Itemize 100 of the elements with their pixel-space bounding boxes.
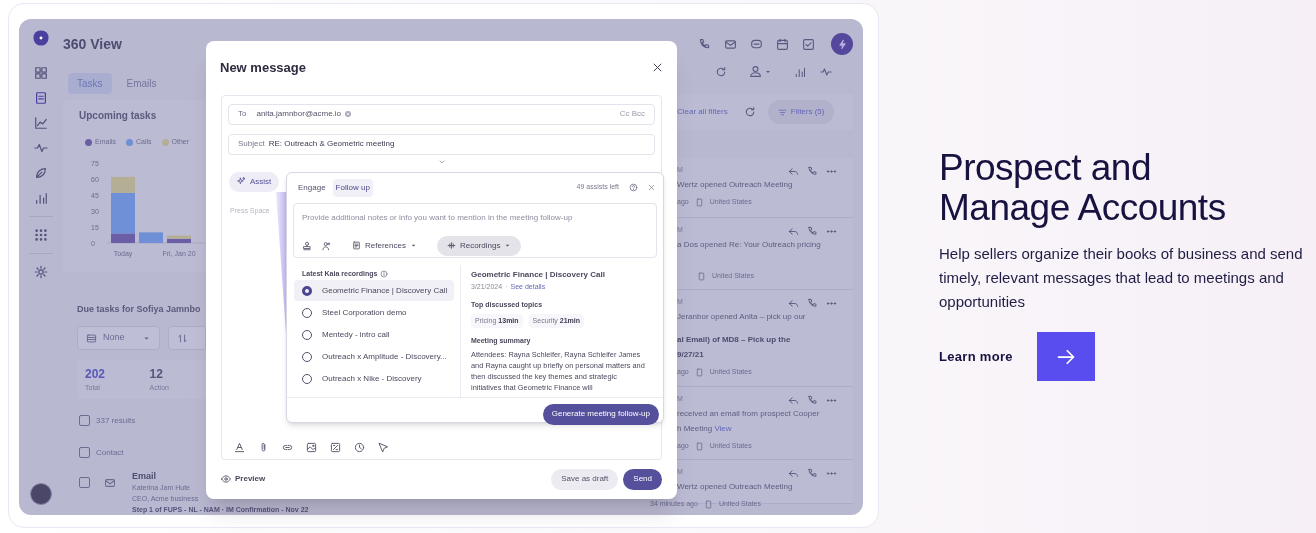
source-dropdown[interactable]: References	[342, 235, 427, 256]
leaf-icon[interactable]	[34, 166, 48, 180]
reply-icon[interactable]	[788, 166, 799, 177]
chat-icon[interactable]	[750, 37, 763, 51]
activity-text: al Email) of MD8 – Pick up the	[677, 334, 792, 346]
stamp-icon[interactable]	[302, 240, 312, 251]
recording-item[interactable]: Geometric Finance | Discovery Call	[294, 280, 454, 301]
checkbox[interactable]	[79, 476, 90, 488]
recipient-chip[interactable]: anita.jamnbor@acme.io	[256, 108, 353, 120]
promo-heading: Prospect and Manage Accounts	[939, 148, 1227, 228]
to-field[interactable]: To anita.jamnbor@acme.io Cc Bcc	[228, 103, 655, 125]
activity-text: received an email from prospect Cooper	[677, 408, 821, 420]
close-icon[interactable]	[652, 62, 663, 74]
task-icon[interactable]	[802, 37, 815, 51]
refresh-icon[interactable]	[715, 65, 727, 78]
logo-icon[interactable]	[32, 29, 50, 47]
next-button[interactable]	[1036, 332, 1095, 381]
tasks-icon[interactable]	[34, 91, 48, 105]
pulse-icon[interactable]	[820, 65, 832, 78]
activity-text: Wertz opened Outreach Meeting	[677, 179, 794, 191]
recording-item[interactable]: Outreach x Nike - Discovery	[294, 368, 454, 389]
refresh-icon[interactable]	[743, 106, 756, 118]
field-label: To	[238, 108, 247, 120]
grid-icon[interactable]	[34, 66, 48, 80]
table-text: 337 results	[96, 414, 136, 427]
checkbox[interactable]	[79, 447, 90, 458]
paperclip-icon[interactable]	[258, 441, 269, 453]
device-icon	[694, 197, 704, 207]
phone-icon[interactable]	[807, 166, 818, 177]
subject-field[interactable]: Subject RE: Outreach & Geometric meeting	[228, 133, 655, 155]
people-icon[interactable]	[322, 240, 332, 251]
help-icon[interactable]	[629, 183, 638, 192]
task-type: Email	[132, 470, 156, 482]
phone-icon[interactable]	[807, 226, 818, 237]
recording-item[interactable]: Mentedy - intro call	[294, 324, 454, 345]
settings-icon[interactable]	[34, 265, 48, 279]
filter-icon	[777, 107, 787, 117]
tab[interactable]: Engage	[295, 178, 329, 197]
activity-text: h Meeting	[677, 424, 713, 433]
bar-chart-icon[interactable]	[34, 191, 48, 205]
template-icon[interactable]	[330, 441, 341, 453]
send-icon[interactable]	[378, 441, 389, 453]
send-button[interactable]: Send	[623, 468, 662, 490]
stat-value: 202	[85, 366, 107, 383]
reply-icon[interactable]	[788, 468, 799, 479]
calendar-icon[interactable]	[776, 37, 789, 51]
activity-text: 9/27/21	[677, 349, 705, 361]
image-icon[interactable]	[306, 441, 317, 453]
trend-icon[interactable]	[34, 116, 48, 130]
bolt-icon	[836, 38, 848, 50]
device-icon	[694, 367, 704, 377]
eye-icon	[221, 474, 231, 484]
table-icon	[86, 332, 97, 344]
text-color-icon[interactable]	[234, 441, 245, 453]
clock-icon[interactable]	[354, 441, 365, 453]
preview-button[interactable]: Preview	[221, 473, 266, 485]
activity-text: Wertz opened Outreach Meeting	[677, 481, 794, 493]
device-icon	[697, 271, 706, 281]
phone-icon[interactable]	[807, 468, 818, 479]
phone-icon[interactable]	[807, 395, 818, 406]
mail-icon[interactable]	[724, 37, 737, 51]
section-title: Due tasks for Sofiya Jamnbo	[77, 302, 202, 316]
source-dropdown[interactable]: Recordings	[436, 235, 522, 256]
recording-item[interactable]: Steel Corporation demo	[294, 302, 454, 323]
recording-title: Geometric Finance | Discovery Call	[471, 268, 606, 281]
sparkle-icon	[237, 177, 246, 186]
device-icon	[703, 499, 713, 509]
generate-button[interactable]: Generate meeting follow-up	[542, 403, 659, 425]
stat-value: 12	[149, 366, 164, 383]
device-icon	[694, 441, 704, 451]
save-draft-button[interactable]: Save as draft	[551, 468, 619, 490]
activity-text: a Dos opened Re: Your Outreach pricing	[677, 239, 822, 251]
notes-field[interactable]: Provide additional notes or info you want to mention in the meeting follow-up References Recordings	[293, 202, 657, 258]
recording-item[interactable]: Outreach x Amplitude - Discovery...	[294, 346, 454, 367]
apps-icon[interactable]	[34, 228, 48, 242]
bar	[139, 231, 163, 243]
activity-text: Jeranbor opened Anita – pick up our	[677, 311, 807, 323]
table-text: Contact	[96, 446, 124, 459]
learn-more-link[interactable]: Learn more	[939, 346, 1013, 367]
phone-icon[interactable]	[807, 298, 818, 309]
owner-button[interactable]	[749, 65, 772, 78]
avatar[interactable]	[30, 483, 52, 505]
sort-icon	[177, 332, 189, 344]
phone-icon[interactable]	[698, 37, 711, 51]
waveform-icon	[446, 241, 456, 250]
checkbox[interactable]	[79, 415, 90, 426]
reply-icon[interactable]	[788, 395, 799, 406]
chart-title: Upcoming tasks	[79, 109, 158, 123]
modal-title: New message	[220, 59, 306, 77]
bar-chart-icon[interactable]	[794, 65, 806, 78]
mail-icon	[104, 476, 116, 489]
person-icon	[749, 65, 762, 78]
pulse-icon[interactable]	[34, 141, 48, 155]
bolt-button[interactable]	[831, 33, 853, 55]
remove-icon[interactable]	[344, 110, 353, 118]
reply-icon[interactable]	[788, 298, 799, 309]
tab[interactable]: Follow up	[332, 178, 373, 197]
radio-button[interactable]	[302, 285, 312, 296]
reply-icon[interactable]	[788, 226, 799, 237]
assist-button[interactable]: Assist	[229, 171, 280, 192]
